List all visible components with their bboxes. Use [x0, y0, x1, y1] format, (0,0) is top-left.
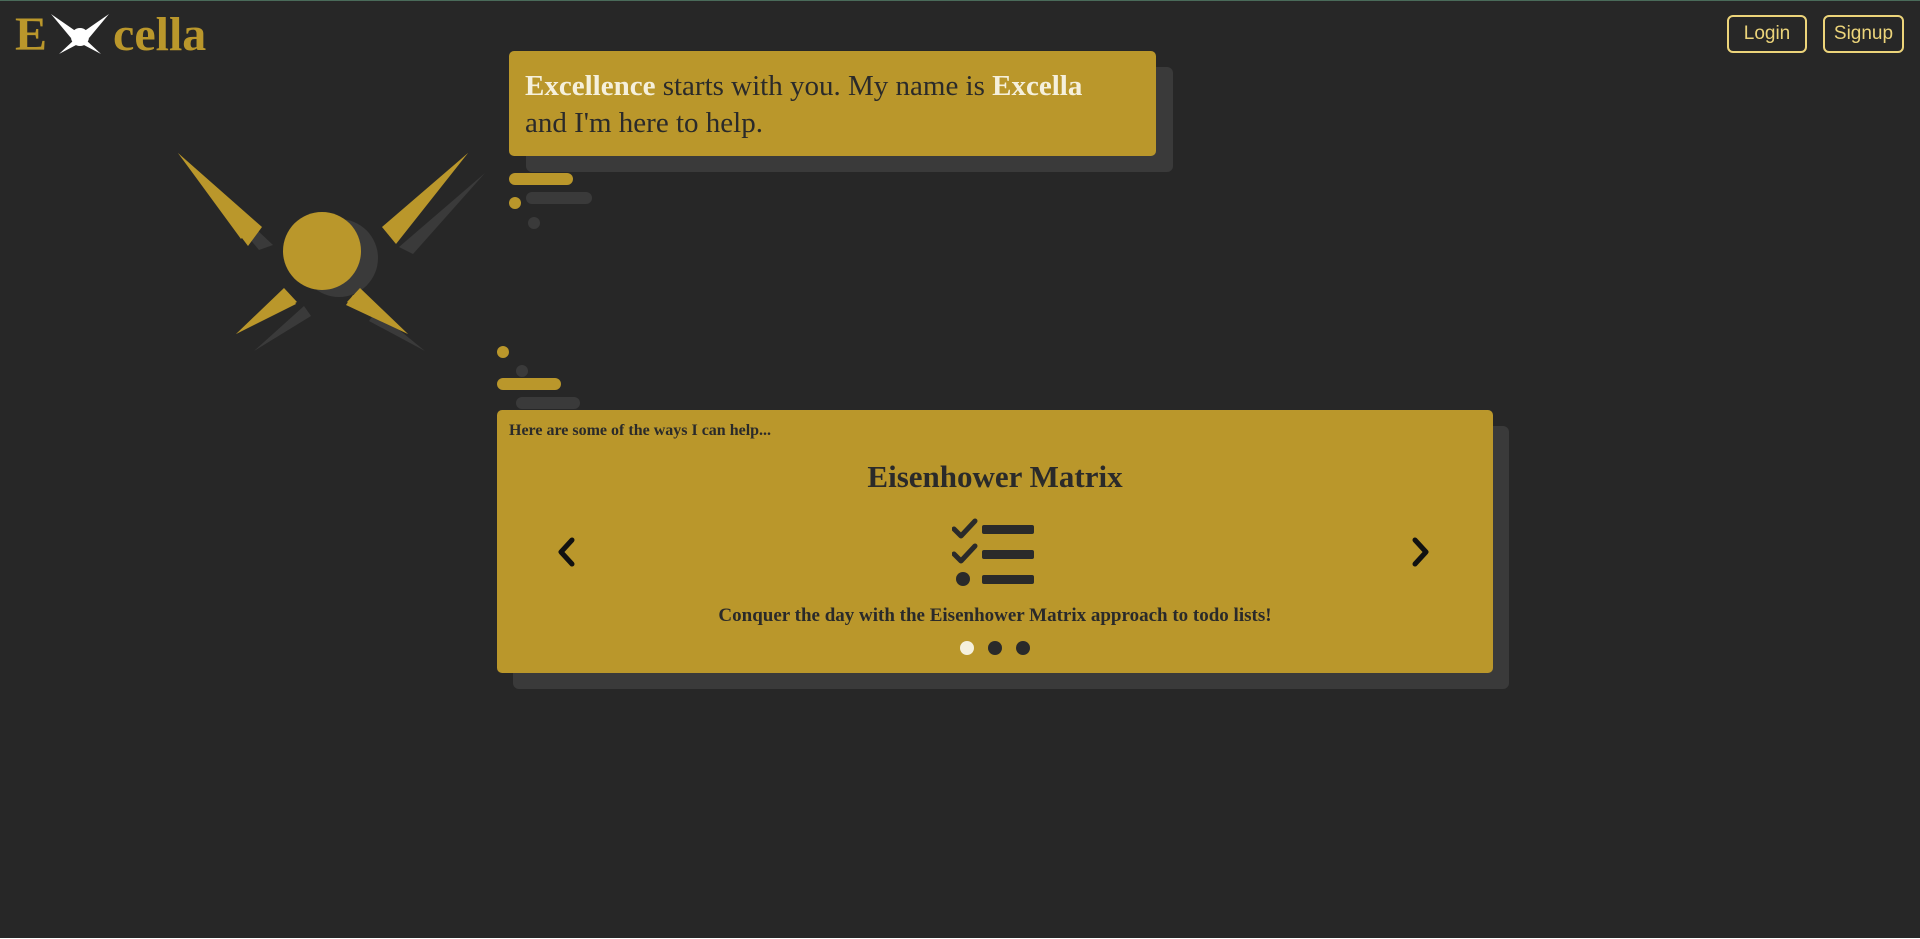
excella-wings-icon — [51, 14, 110, 54]
carousel-next-icon[interactable] — [1405, 535, 1435, 569]
thought-pill-shadow — [526, 192, 592, 204]
speech-bold-excellence: Excellence — [525, 70, 656, 102]
carousel-indicator-3[interactable] — [1016, 641, 1030, 655]
speech-text-2: and I'm here to help. — [525, 107, 763, 139]
speech-bubble: Excellence starts with you. My name is E… — [509, 51, 1156, 156]
signup-button[interactable]: Signup — [1823, 15, 1904, 53]
login-button[interactable]: Login — [1727, 15, 1807, 53]
excella-mascot — [178, 153, 485, 351]
thought-pill — [497, 378, 561, 390]
thought-dot — [509, 197, 521, 209]
speech-text-1: starts with you. My name is — [655, 70, 993, 102]
logo-text-suffix: cella — [113, 8, 207, 61]
carousel-indicator-2[interactable] — [988, 641, 1002, 655]
speech-bold-excella: Excella — [992, 70, 1083, 102]
thought-pill-shadow — [516, 397, 580, 409]
thought-pill — [509, 173, 573, 185]
carousel-slide-title: Eisenhower Matrix — [867, 459, 1123, 494]
carousel-intro: Here are some of the ways I can help... — [509, 422, 772, 439]
carousel-indicators — [960, 641, 1030, 655]
features-carousel: Here are some of the ways I can help... … — [497, 410, 1493, 673]
mascot-wing-left — [178, 153, 262, 246]
carousel-indicator-1[interactable] — [960, 641, 974, 655]
thought-dot-shadow — [528, 217, 540, 229]
tasks-list-icon — [952, 518, 1034, 586]
logo[interactable]: E cella — [15, 7, 206, 63]
carousel-prev-icon[interactable] — [552, 535, 582, 569]
thought-dot — [497, 346, 509, 358]
mascot-head — [284, 213, 360, 289]
mascot-leg-right — [347, 288, 408, 334]
logo-text-prefix: E — [15, 8, 48, 61]
thought-dot-shadow — [516, 365, 528, 377]
carousel-slide-description: Conquer the day with the Eisenhower Matr… — [718, 605, 1272, 626]
